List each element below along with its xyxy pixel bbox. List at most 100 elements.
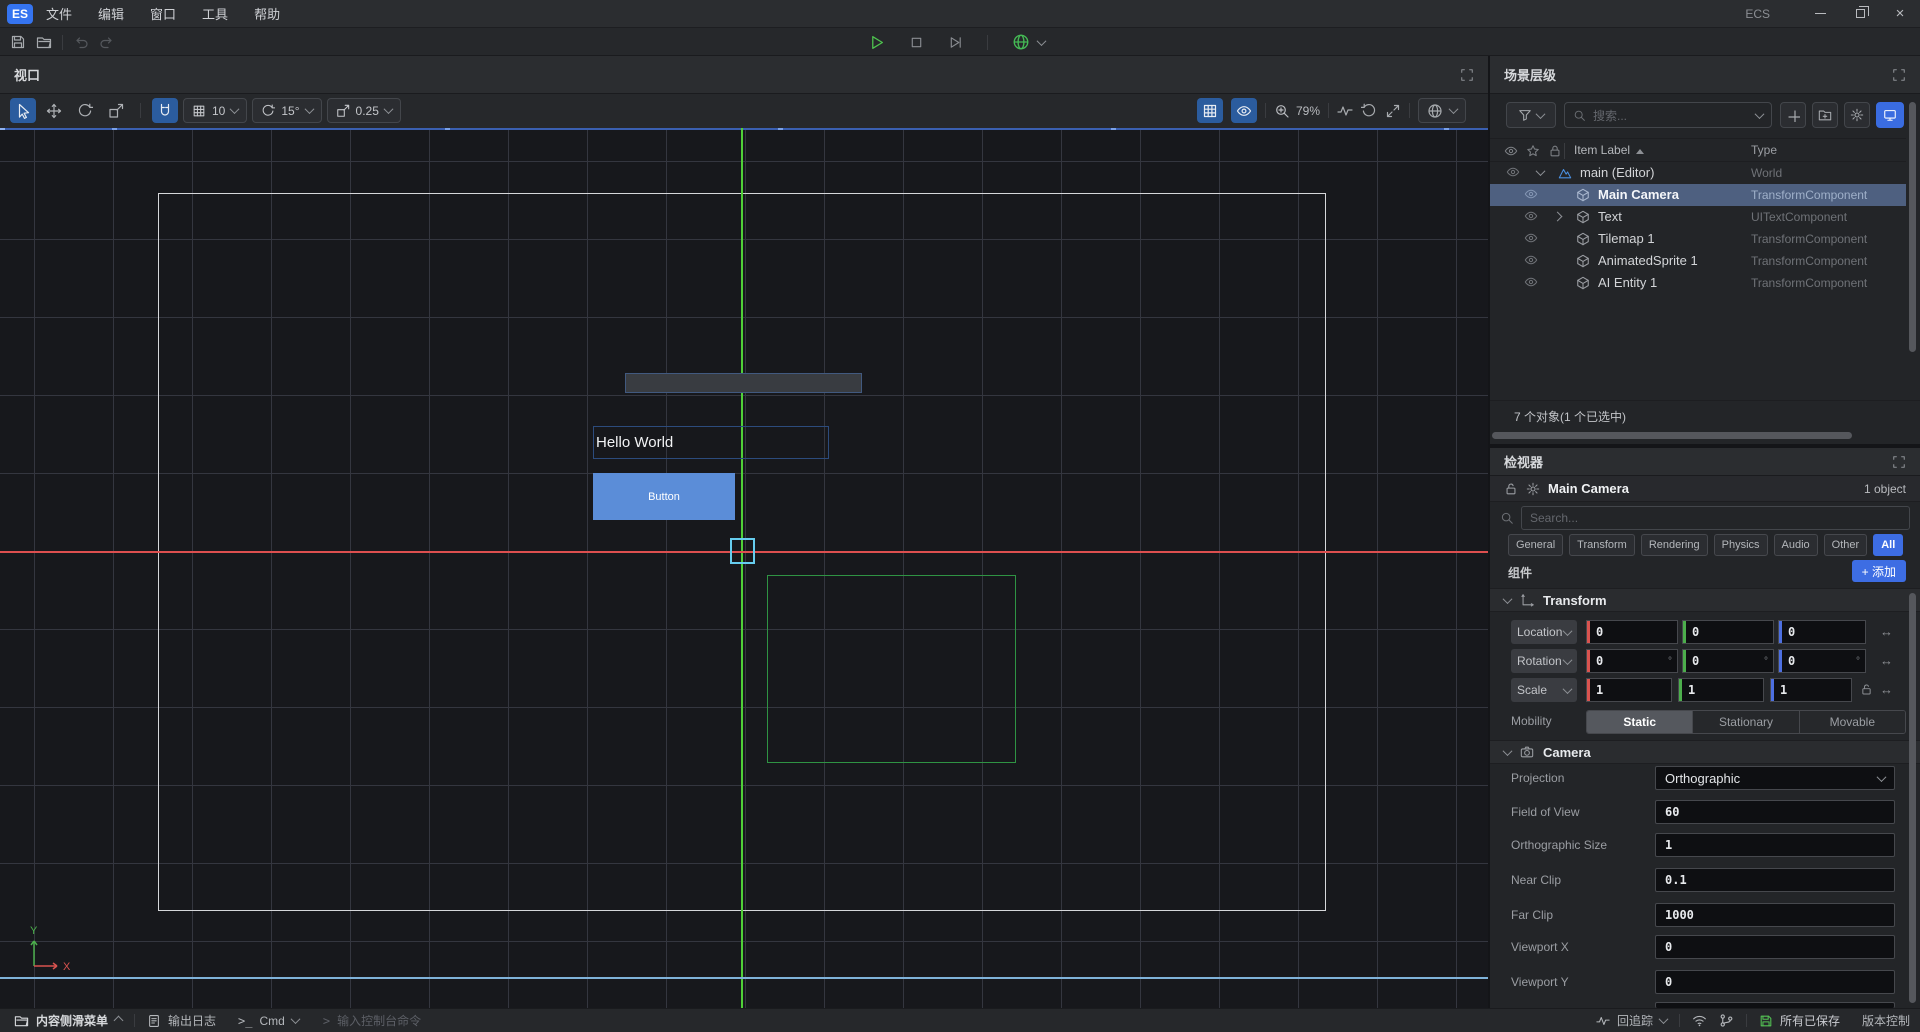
content-drawer-button[interactable]: 内容侧滑菜单 — [14, 1009, 122, 1032]
maximize-panel-icon[interactable] — [1460, 68, 1474, 82]
rotation-dropdown[interactable]: Rotation — [1511, 649, 1577, 673]
select-tool-button[interactable] — [10, 98, 36, 123]
version-control-button[interactable]: 版本控制 — [1862, 1009, 1910, 1032]
lock-inspector-icon[interactable] — [1504, 482, 1518, 496]
grid-visibility-button[interactable] — [1197, 98, 1223, 123]
close-button[interactable]: × — [1880, 0, 1920, 28]
chevron-right-icon[interactable] — [1553, 212, 1563, 222]
inspector-search-input[interactable]: Search... — [1521, 506, 1910, 530]
scene-canvas[interactable]: Hello World Button Y X — [0, 128, 1488, 1008]
hierarchy-row-world[interactable]: main (Editor) World — [1490, 162, 1906, 184]
menu-edit[interactable]: 编辑 — [85, 0, 137, 28]
rotation-snap-dropdown[interactable]: 15° — [252, 98, 321, 123]
location-y-input[interactable]: 0 — [1682, 620, 1774, 644]
mobility-static[interactable]: Static — [1587, 711, 1693, 733]
undo-icon[interactable] — [73, 34, 89, 50]
restore-button[interactable] — [1840, 0, 1880, 28]
gear-icon[interactable] — [1526, 482, 1540, 496]
eye-icon[interactable] — [1524, 209, 1538, 223]
editor-view-button[interactable] — [1876, 102, 1904, 128]
mobility-stationary[interactable]: Stationary — [1693, 711, 1799, 733]
maximize-panel-icon[interactable] — [1892, 68, 1906, 82]
near-clip-input[interactable]: 0.1 — [1655, 868, 1895, 892]
new-folder-button[interactable] — [1812, 102, 1838, 128]
hierarchy-settings-button[interactable] — [1844, 102, 1870, 128]
vertical-scrollbar[interactable] — [1909, 102, 1916, 352]
link-values-icon[interactable]: ↔ — [1880, 653, 1893, 668]
camera-section-header[interactable]: Camera — [1490, 740, 1920, 764]
scale-snap-dropdown[interactable]: 0.25 — [327, 98, 401, 123]
tab-physics[interactable]: Physics — [1714, 534, 1768, 556]
hierarchy-row-ai-entity[interactable]: AI Entity 1 TransformComponent — [1490, 272, 1906, 294]
step-button[interactable] — [948, 35, 963, 50]
menu-file[interactable]: 文件 — [33, 0, 85, 28]
rotation-x-input[interactable]: 0° — [1586, 649, 1678, 673]
chevron-down-icon[interactable] — [1536, 166, 1546, 176]
type-column[interactable]: Type — [1751, 143, 1777, 157]
rotation-y-input[interactable]: 0° — [1682, 649, 1774, 673]
eye-icon[interactable] — [1506, 165, 1520, 179]
scale-dropdown[interactable]: Scale — [1511, 678, 1577, 702]
minimize-button[interactable] — [1800, 0, 1840, 28]
mobility-movable[interactable]: Movable — [1800, 711, 1905, 733]
tab-rendering[interactable]: Rendering — [1641, 534, 1708, 556]
app-logo[interactable]: ES — [7, 4, 33, 24]
play-button[interactable] — [868, 34, 885, 51]
link-values-icon[interactable]: ↔ — [1880, 682, 1893, 697]
vertical-scrollbar[interactable] — [1909, 593, 1916, 1003]
visibility-options-button[interactable] — [1231, 98, 1257, 123]
expand-view-icon[interactable] — [1385, 103, 1401, 119]
tab-transform[interactable]: Transform — [1569, 534, 1635, 556]
move-tool-button[interactable] — [41, 98, 67, 123]
reset-view-icon[interactable] — [1361, 103, 1377, 119]
tab-other[interactable]: Other — [1824, 534, 1868, 556]
transform-section-header[interactable]: Transform — [1490, 588, 1920, 612]
run-target-dropdown[interactable] — [1012, 33, 1045, 51]
orthographic-size-input[interactable]: 1 — [1655, 833, 1895, 857]
output-log-button[interactable]: 输出日志 — [147, 1009, 216, 1032]
branch-icon[interactable] — [1719, 1013, 1734, 1028]
uniform-scale-lock-icon[interactable] — [1860, 683, 1873, 696]
redo-icon[interactable] — [99, 34, 115, 50]
text-object[interactable]: Hello World — [593, 426, 829, 459]
horizontal-scrollbar[interactable] — [1492, 432, 1852, 439]
rotation-z-input[interactable]: 0° — [1778, 649, 1866, 673]
hierarchy-row-main-camera[interactable]: Main Camera TransformComponent — [1490, 184, 1906, 206]
snap-toggle-button[interactable] — [152, 98, 178, 123]
menu-window[interactable]: 窗口 — [137, 0, 189, 28]
console-command-input[interactable]: > 输入控制台命令 — [323, 1009, 421, 1032]
tab-all[interactable]: All — [1873, 534, 1903, 556]
grid-snap-dropdown[interactable]: 10 — [183, 98, 247, 123]
scale-y-input[interactable]: 1 — [1678, 678, 1764, 702]
stats-icon[interactable] — [1337, 103, 1353, 119]
eye-icon[interactable] — [1524, 231, 1538, 245]
eye-icon[interactable] — [1524, 187, 1538, 201]
hierarchy-row-tilemap[interactable]: Tilemap 1 TransformComponent — [1490, 228, 1906, 250]
location-z-input[interactable]: 0 — [1778, 620, 1866, 644]
location-dropdown[interactable]: Location — [1511, 620, 1577, 644]
far-clip-input[interactable]: 1000 — [1655, 903, 1895, 927]
retrace-dropdown[interactable]: 回追踪 — [1596, 1009, 1667, 1032]
viewport-y-input[interactable]: 0 — [1655, 970, 1895, 994]
eye-column-icon[interactable] — [1504, 144, 1518, 158]
lock-column-icon[interactable] — [1548, 144, 1562, 158]
star-column-icon[interactable] — [1526, 144, 1540, 158]
panel-sprite-object[interactable] — [625, 373, 862, 393]
rotate-tool-button[interactable] — [72, 98, 98, 123]
hierarchy-search-input[interactable]: 搜索... — [1564, 102, 1772, 128]
location-x-input[interactable]: 0 — [1586, 620, 1678, 644]
item-label-column[interactable]: Item Label — [1574, 143, 1644, 157]
add-entity-button[interactable] — [1780, 102, 1806, 128]
filter-dropdown[interactable] — [1506, 102, 1556, 128]
world-dropdown[interactable] — [1418, 98, 1466, 123]
open-folder-icon[interactable] — [36, 34, 52, 50]
add-component-button[interactable]: + 添加 — [1852, 560, 1906, 582]
button-object[interactable]: Button — [593, 473, 735, 520]
hierarchy-row-text[interactable]: Text UITextComponent — [1490, 206, 1906, 228]
zoom-level-control[interactable]: 79% — [1274, 103, 1320, 119]
eye-icon[interactable] — [1524, 253, 1538, 267]
save-status[interactable]: 所有已保存 — [1759, 1009, 1840, 1032]
scale-z-input[interactable]: 1 — [1770, 678, 1852, 702]
menu-tools[interactable]: 工具 — [189, 0, 241, 28]
scale-tool-button[interactable] — [103, 98, 129, 123]
